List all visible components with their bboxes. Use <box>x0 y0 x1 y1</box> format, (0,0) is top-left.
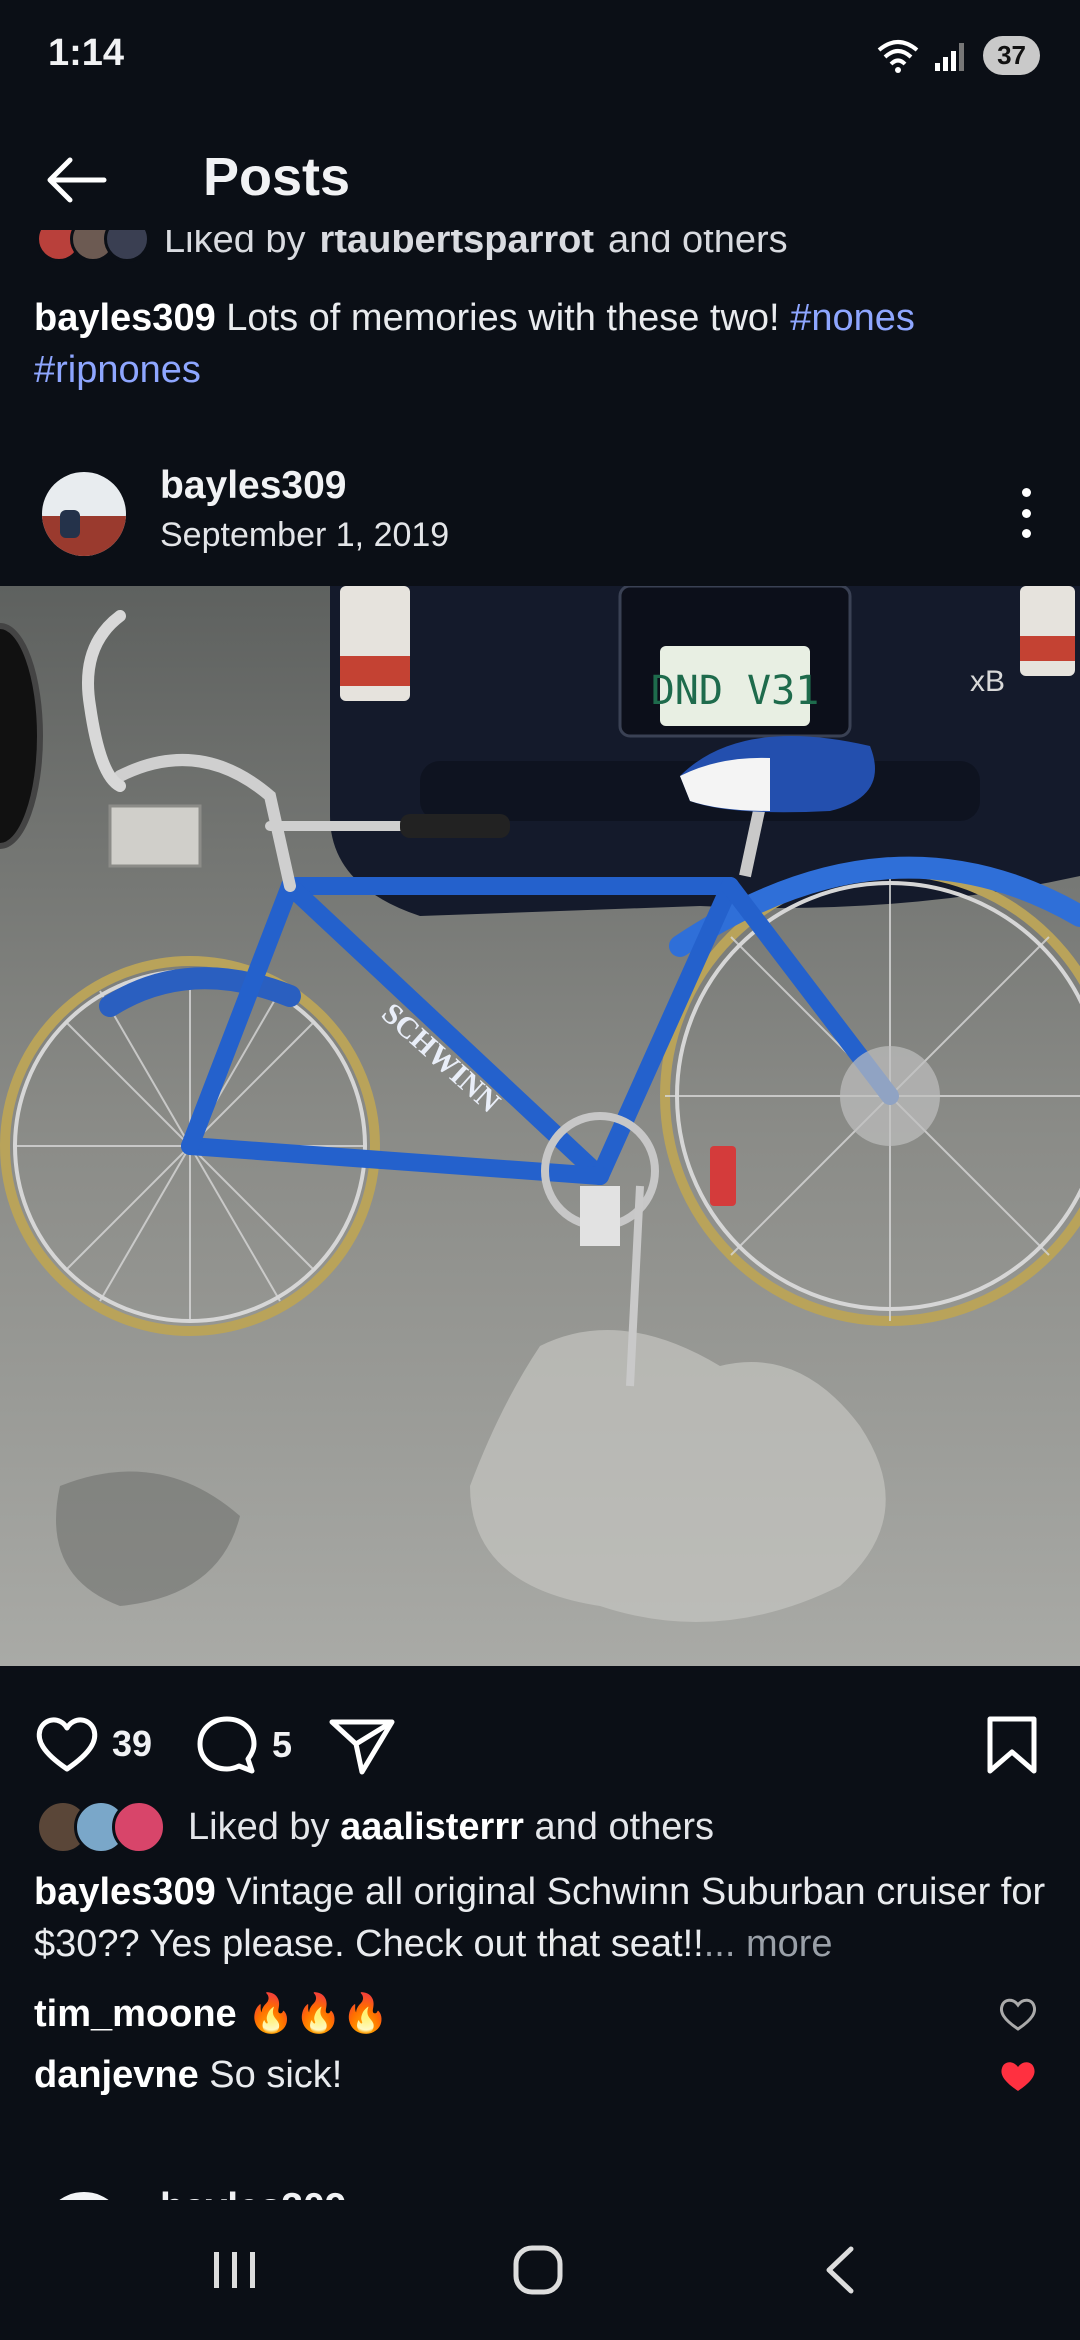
battery-indicator: 37 <box>983 36 1040 75</box>
comment-like-heart-icon[interactable] <box>998 1994 1038 2034</box>
hashtag-link[interactable]: #nones <box>790 297 915 339</box>
comment-text: So sick! <box>209 2054 343 2096</box>
liked-by-user[interactable]: aaalisterrr <box>340 1806 524 1848</box>
next-post-header: bayles309 <box>0 2166 1080 2200</box>
send-icon[interactable] <box>328 1714 396 1776</box>
arrow-left-icon <box>47 157 107 203</box>
likes-count[interactable]: 39 <box>112 1723 152 1765</box>
liked-by-suffix: and others <box>534 1805 715 1848</box>
bookmark-icon[interactable] <box>984 1714 1040 1776</box>
post-date: September 1, 2019 <box>160 516 450 554</box>
previous-liked-by-row: Liked by rtaubertsparrot and others <box>36 230 936 262</box>
previous-post-caption: bayles309 Lots of memories with these tw… <box>34 292 1044 396</box>
bicycle-photo: DND V31 xB SCHWINN <box>0 586 1080 1666</box>
liker-avatars <box>36 230 150 262</box>
comment-text: 🔥🔥🔥 <box>247 1993 390 2035</box>
system-back-button[interactable] <box>786 2230 896 2310</box>
screen: 1:14 37 Posts Liked by rtaubertsparrot a… <box>0 0 1080 2340</box>
status-time: 1:14 <box>48 32 125 74</box>
dot <box>1021 508 1031 518</box>
top-header: Posts <box>0 130 1080 230</box>
comment-action: 5 <box>194 1714 292 1776</box>
comment-icon[interactable] <box>194 1714 260 1776</box>
recent-apps-icon <box>214 2252 255 2288</box>
share-action[interactable] <box>328 1714 396 1776</box>
dot <box>1021 529 1031 538</box>
heart-icon[interactable] <box>34 1714 100 1774</box>
post-actions: 39 5 <box>0 1698 1080 1788</box>
status-bar: 1:14 37 <box>0 0 1080 110</box>
license-plate-text: DND V31 <box>651 668 820 714</box>
signal-icon <box>935 42 965 71</box>
comment-liked-heart-icon[interactable] <box>998 2056 1038 2096</box>
comment-row: danjevne So sick! <box>34 2054 1034 2097</box>
home-icon <box>513 2245 563 2295</box>
posts-feed[interactable]: Liked by rtaubertsparrot and others bayl… <box>0 230 1080 2200</box>
back-button[interactable] <box>40 150 120 210</box>
comment-row: tim_moone 🔥🔥🔥 <box>34 1992 1034 2036</box>
post-photo[interactable]: DND V31 xB SCHWINN <box>0 586 1080 1666</box>
caption-username[interactable]: bayles309 <box>34 1871 216 1913</box>
comment-username[interactable]: danjevne <box>34 2054 199 2096</box>
avatar <box>104 230 150 262</box>
chevron-left-icon <box>826 2246 854 2294</box>
comment-username[interactable]: tim_moone <box>34 1993 237 2035</box>
caption-more-link[interactable]: ... more <box>704 1923 833 1965</box>
home-button[interactable] <box>483 2230 593 2310</box>
liked-by-user[interactable]: rtaubertsparrot <box>320 230 595 262</box>
recent-apps-button[interactable] <box>180 2230 290 2310</box>
liked-by-suffix: and others <box>608 230 788 261</box>
hashtag-link[interactable]: #ripnones <box>34 349 201 391</box>
post-caption: bayles309 Vintage all original Schwinn S… <box>34 1866 1054 1970</box>
page-title: Posts <box>203 147 351 207</box>
liked-by-row[interactable]: Liked by aaalisterrr and others <box>36 1800 714 1854</box>
save-action[interactable] <box>984 1714 1040 1776</box>
post-avatar[interactable] <box>42 472 126 556</box>
comments-count[interactable]: 5 <box>272 1724 292 1766</box>
caption-text: Lots of memories with these two! <box>226 297 780 339</box>
wifi-icon <box>877 39 919 73</box>
liked-by-prefix: Liked by <box>164 230 306 261</box>
caption-username[interactable]: bayles309 <box>34 297 216 339</box>
avatar <box>112 1800 166 1854</box>
liked-by-prefix: Liked by <box>188 1805 330 1848</box>
liker-avatars <box>36 1800 166 1854</box>
status-icons: 37 <box>877 36 1040 75</box>
post-header: bayles309 September 1, 2019 <box>0 452 1080 572</box>
dot <box>1021 488 1031 497</box>
post-username[interactable]: bayles309 <box>160 464 347 508</box>
more-options-button[interactable] <box>1016 488 1036 538</box>
post-avatar[interactable] <box>42 2192 126 2200</box>
system-nav-bar <box>0 2200 1080 2340</box>
like-action: 39 <box>34 1714 152 1774</box>
post-username[interactable]: bayles309 <box>160 2186 347 2200</box>
car-badge-text: xB <box>970 665 1005 698</box>
